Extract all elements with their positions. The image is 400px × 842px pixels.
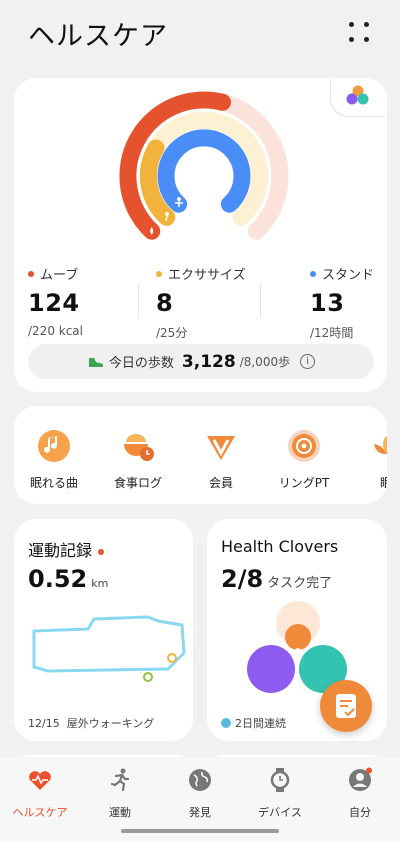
route-start-marker	[167, 653, 177, 663]
tab-health[interactable]: ヘルスケア	[0, 767, 80, 820]
exercise-title: 運動記録	[28, 541, 93, 560]
shortcut-sleep[interactable]: 眠	[346, 428, 387, 491]
stat-move-goal: /220 kcal	[28, 324, 83, 338]
meal-log-icon	[124, 434, 154, 461]
clovers-progress: 2/8	[221, 565, 264, 593]
exercise-unit: km	[91, 577, 109, 590]
card-customize-tab[interactable]	[331, 78, 387, 116]
stat-move-label: ムーブ	[40, 268, 79, 283]
running-icon	[110, 768, 130, 792]
tab-label: デバイス	[258, 806, 302, 819]
dots-grid-icon[interactable]	[347, 20, 373, 46]
health-task-button[interactable]	[320, 680, 372, 732]
shortcut-ring-pt[interactable]: リングPT	[264, 428, 344, 491]
tab-label: ヘルスケア	[12, 806, 68, 819]
globe-icon	[189, 769, 211, 791]
vip-badge-icon	[207, 436, 235, 460]
steps-goal: /8,000歩	[239, 355, 291, 369]
activity-card[interactable]: ムーブ 124 /220 kcal エクササイズ 8 /25分 スタンド 13 …	[14, 78, 387, 392]
heart-pulse-icon	[29, 771, 51, 790]
streak-icon	[221, 718, 231, 728]
page-title: ヘルスケア	[28, 21, 168, 52]
stat-stand-label: スタンド	[322, 268, 375, 283]
shoe-icon	[88, 357, 103, 367]
stat-exercise[interactable]: エクササイズ 8 /25分	[156, 264, 246, 341]
divider	[260, 284, 261, 318]
stat-exercise-label: エクササイズ	[168, 268, 246, 283]
shortcut-card: 眠れる曲 食事ログ 会員 リングPT 眠	[14, 406, 387, 504]
stat-exercise-goal: /25分	[156, 326, 188, 340]
checklist-icon	[336, 694, 356, 718]
tab-label: 発見	[189, 806, 211, 819]
music-moon-icon	[38, 430, 70, 462]
shortcut-label: 眠	[379, 476, 387, 490]
profile-icon	[349, 767, 372, 791]
shortcut-label: 眠れる曲	[29, 476, 78, 490]
stat-exercise-value: 8	[156, 289, 174, 317]
stat-move[interactable]: ムーブ 124 /220 kcal	[28, 264, 83, 338]
customize-icon	[346, 85, 369, 105]
stat-stand-goal: /12時間	[310, 326, 354, 340]
divider	[138, 284, 139, 318]
info-icon[interactable]: i	[300, 354, 316, 369]
route-map	[32, 615, 186, 682]
exercise-distance: 0.52	[28, 565, 88, 593]
move-dot	[28, 270, 34, 277]
lotus-icon	[374, 436, 387, 454]
steps-summary[interactable]: 今日の歩数 3,128 /8,000歩 i	[28, 344, 374, 379]
tab-label: 自分	[349, 806, 371, 819]
stat-stand-value: 13	[310, 289, 345, 317]
clovers-title: Health Clovers	[221, 537, 339, 556]
stat-stand[interactable]: スタンド 13 /12時間	[310, 264, 374, 341]
exercise-date: 12/15	[28, 717, 60, 730]
clovers-streak: 2日間連続	[235, 717, 286, 730]
watch-icon	[270, 768, 290, 792]
shortcut-label: 会員	[208, 476, 233, 490]
exercise-record-card[interactable]: 運動記録 0.52 km 12/15 屋外ウォーキング	[14, 519, 193, 741]
tab-devices[interactable]: デバイス	[240, 767, 320, 820]
shortcut-sleep-music[interactable]: 眠れる曲	[14, 428, 94, 491]
steps-label: 今日の歩数	[108, 356, 174, 371]
home-indicator	[121, 829, 279, 833]
tab-discover[interactable]: 発見	[160, 767, 240, 820]
steps-value: 3,128	[181, 351, 236, 372]
shortcut-label: リングPT	[278, 476, 330, 490]
route-end-marker	[143, 672, 153, 682]
tab-profile[interactable]: 自分	[320, 767, 400, 820]
ring-signal-icon	[288, 430, 320, 462]
header: ヘルスケア	[0, 0, 400, 70]
shortcut-membership[interactable]: 会員	[181, 428, 261, 491]
tab-exercise[interactable]: 運動	[80, 767, 160, 820]
shortcut-label: 食事ログ	[113, 476, 162, 490]
clovers-suffix: タスク完了	[267, 576, 333, 591]
notification-dot	[366, 767, 372, 774]
exercise-dot	[156, 270, 162, 277]
tab-label: 運動	[109, 806, 131, 819]
stat-move-value: 124	[28, 289, 80, 317]
activity-rings[interactable]	[104, 86, 304, 261]
new-dot	[98, 548, 105, 555]
stand-dot	[310, 270, 316, 277]
shortcut-meal-log[interactable]: 食事ログ	[98, 428, 178, 491]
stand-ring-progress	[157, 129, 251, 213]
exercise-type: 屋外ウォーキング	[66, 717, 155, 730]
